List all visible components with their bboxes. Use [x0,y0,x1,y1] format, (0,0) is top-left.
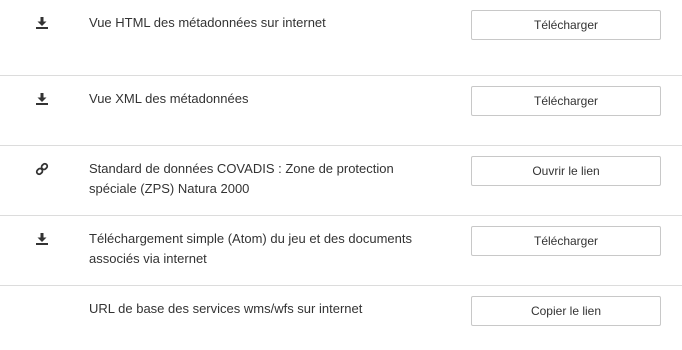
resource-row-wms-wfs-url: URL de base des services wms/wfs sur int… [0,286,682,350]
download-icon [35,16,49,30]
resource-label: Téléchargement simple (Atom) du jeu et d… [89,231,412,266]
download-icon [35,232,49,246]
open-link-button[interactable]: Ouvrir le lien [471,156,661,186]
download-button[interactable]: Télécharger [471,10,661,40]
resource-row-covadis-standard: Standard de données COVADIS : Zone de pr… [0,146,682,216]
link-icon [35,162,49,176]
download-button[interactable]: Télécharger [471,226,661,256]
resource-label: Vue XML des métadonnées [89,91,249,106]
resource-label: URL de base des services wms/wfs sur int… [89,301,363,316]
resource-row-html-view: Vue HTML des métadonnées sur internet Té… [0,0,682,76]
resource-row-atom-download: Téléchargement simple (Atom) du jeu et d… [0,216,682,286]
resource-row-xml-view: Vue XML des métadonnées Télécharger [0,76,682,146]
download-icon [35,92,49,106]
copy-link-button[interactable]: Copier le lien [471,296,661,326]
download-button[interactable]: Télécharger [471,86,661,116]
resource-label: Vue HTML des métadonnées sur internet [89,15,326,30]
resource-list: Vue HTML des métadonnées sur internet Té… [0,0,682,350]
resource-label: Standard de données COVADIS : Zone de pr… [89,161,394,196]
